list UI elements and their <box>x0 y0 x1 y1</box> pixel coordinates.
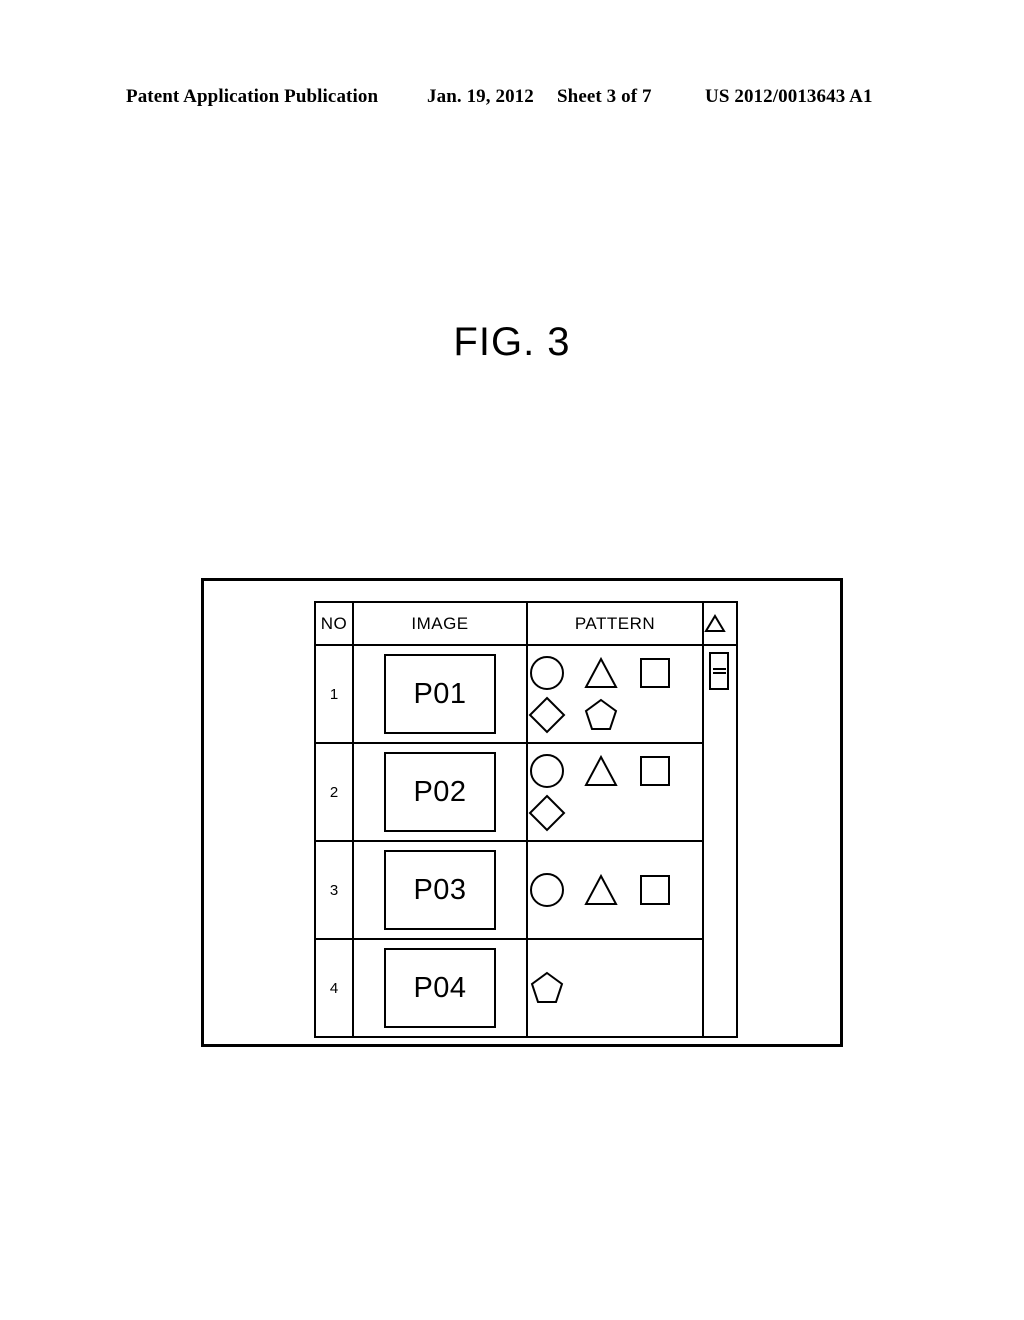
figure-title: FIG. 3 <box>453 320 571 364</box>
square-icon <box>636 751 674 791</box>
column-header-image: IMAGE <box>352 601 528 646</box>
table-row[interactable]: 1 P01 <box>314 644 738 1038</box>
image-thumbnail[interactable]: P02 <box>384 752 496 832</box>
grip-lines-icon <box>712 666 726 676</box>
table-row[interactable]: 3 P03 <box>314 840 737 940</box>
image-thumbnail[interactable]: P03 <box>384 850 496 930</box>
table-header: NO IMAGE PATTERN <box>314 601 738 646</box>
circle-icon <box>528 870 566 910</box>
device-screen-frame: NO IMAGE PATTERN 1 P01 2 P02 3 P03 4 P04 <box>201 578 843 1047</box>
square-icon <box>636 870 674 910</box>
table-row[interactable]: 4 P04 <box>314 938 737 1038</box>
patent-page-header: Patent Application Publication Jan. 19, … <box>0 86 1024 112</box>
image-pattern-table-wrapper: NO IMAGE PATTERN 1 P01 2 P02 3 P03 4 P04 <box>314 601 738 1038</box>
scrollbar-thumb[interactable] <box>709 652 729 690</box>
diamond-icon <box>528 695 566 735</box>
scroll-up-button[interactable] <box>702 601 738 646</box>
image-thumbnail[interactable]: P04 <box>384 948 496 1028</box>
sheet-number: Sheet 3 of 7 <box>557 86 652 107</box>
pentagon-icon <box>582 695 620 735</box>
triangle-icon <box>582 653 620 693</box>
pentagon-icon <box>528 968 566 1008</box>
triangle-icon <box>582 870 620 910</box>
row-pattern-cell <box>526 644 704 744</box>
row-pattern-cell <box>526 938 704 1038</box>
image-thumbnail[interactable]: P01 <box>384 654 496 734</box>
publication-label: Patent Application Publication <box>126 86 379 107</box>
row-number: 2 <box>314 742 354 842</box>
publication-date: Jan. 19, 2012 <box>427 86 534 107</box>
triangle-icon <box>582 751 620 791</box>
column-header-no: NO <box>314 601 354 646</box>
row-image-cell[interactable]: P04 <box>352 938 528 1038</box>
row-number: 4 <box>314 938 354 1038</box>
column-header-pattern: PATTERN <box>526 601 704 646</box>
pattern-shape-line <box>528 694 702 736</box>
table-row[interactable]: 2 P02 <box>314 742 737 842</box>
empty-shape-slot <box>636 793 674 833</box>
row-pattern-cell <box>526 742 704 842</box>
pattern-shape-line <box>528 792 702 834</box>
patent-number: US 2012/0013643 A1 <box>705 86 873 107</box>
scrollbar-track-surface[interactable] <box>704 646 736 1036</box>
pattern-shape-group <box>528 869 702 911</box>
pattern-shape-group <box>528 967 702 1009</box>
scrollbar-track[interactable] <box>702 644 738 1038</box>
square-icon <box>636 653 674 693</box>
pattern-shape-line <box>528 652 702 694</box>
triangle-up-icon <box>704 614 736 633</box>
table-header-row: NO IMAGE PATTERN <box>314 601 738 646</box>
circle-icon <box>528 751 566 791</box>
image-pattern-table: NO IMAGE PATTERN 1 P01 2 P02 3 P03 4 P04 <box>314 601 738 1038</box>
table-body: 1 P01 2 P02 3 P03 4 P04 <box>314 644 738 1038</box>
diamond-icon <box>528 793 566 833</box>
pattern-shape-group <box>528 750 702 834</box>
empty-shape-slot <box>582 793 620 833</box>
row-pattern-cell <box>526 840 704 940</box>
row-image-cell[interactable]: P02 <box>352 742 528 842</box>
circle-icon <box>528 653 566 693</box>
row-image-cell[interactable]: P03 <box>352 840 528 940</box>
pattern-shape-line <box>528 967 702 1009</box>
pattern-shape-group <box>528 652 702 736</box>
row-image-cell[interactable]: P01 <box>352 644 528 744</box>
empty-shape-slot <box>636 695 674 735</box>
pattern-shape-line <box>528 869 702 911</box>
row-number: 3 <box>314 840 354 940</box>
pattern-shape-line <box>528 750 702 792</box>
row-number: 1 <box>314 644 354 744</box>
